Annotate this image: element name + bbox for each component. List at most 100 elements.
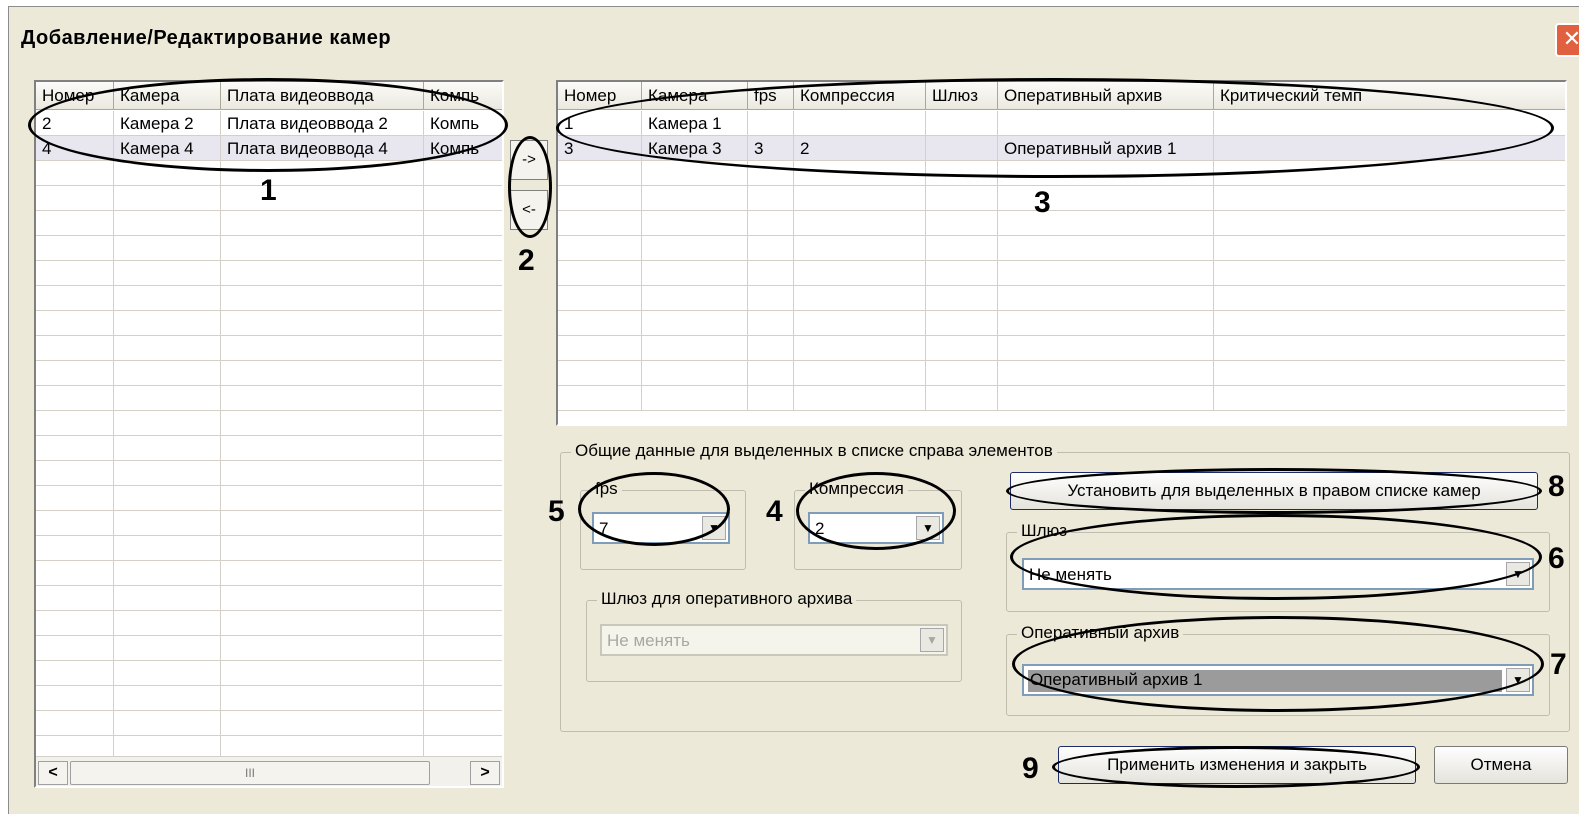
table-cell (794, 111, 926, 136)
empty-row (36, 611, 502, 636)
table-cell (36, 236, 114, 261)
table-row[interactable]: 3 Камера 3 3 2 Оперативный архив 1 (558, 136, 1565, 161)
column-header-fps[interactable]: fps (748, 82, 794, 110)
table-cell (114, 186, 221, 211)
dropdown-arrow-icon[interactable]: ▼ (702, 516, 726, 540)
column-header-compression[interactable]: Компрессия (794, 82, 926, 110)
table-row[interactable]: 2 Камера 2 Плата видеоввода 2 Компь (36, 111, 502, 136)
table-cell (1214, 386, 1565, 411)
table-cell (114, 211, 221, 236)
set-for-selected-button[interactable]: Установить для выделенных в правом списк… (1010, 472, 1538, 510)
column-header-computer[interactable]: Компь (424, 82, 502, 110)
window-title: Добавление/Редактирование камер (21, 27, 392, 49)
table-cell (748, 386, 794, 411)
table-cell (221, 586, 424, 611)
table-cell (794, 186, 926, 211)
table-cell: Камера 3 (642, 136, 748, 161)
table-cell (794, 236, 926, 261)
close-button[interactable]: ✕ (1555, 23, 1579, 57)
selected-cameras-list[interactable]: Номер Камера fps Компрессия Шлюз Операти… (556, 80, 1567, 426)
table-cell: Компь (424, 111, 502, 136)
table-cell (424, 386, 502, 411)
table-cell (926, 261, 998, 286)
gateway-label: Шлюз (1017, 521, 1072, 541)
fps-select[interactable]: 7 ▼ (592, 512, 730, 544)
table-cell (36, 486, 114, 511)
table-cell (642, 361, 748, 386)
table-cell (926, 336, 998, 361)
table-cell (926, 286, 998, 311)
table-cell (36, 311, 114, 336)
table-cell (221, 636, 424, 661)
callout-number-6: 6 (1548, 542, 1565, 575)
callout-number-4: 4 (766, 495, 783, 528)
dropdown-arrow-icon[interactable]: ▼ (1506, 562, 1530, 586)
table-cell (998, 286, 1214, 311)
table-cell: Компь (424, 136, 502, 161)
table-cell: Плата видеоввода 4 (221, 136, 424, 161)
column-header-capture-board[interactable]: Плата видеоввода (221, 82, 424, 110)
table-cell (221, 161, 424, 186)
table-cell (221, 511, 424, 536)
table-cell (642, 161, 748, 186)
compression-value: 2 (815, 519, 825, 538)
callout-number-5: 5 (548, 495, 565, 528)
cancel-button[interactable]: Отмена (1434, 746, 1568, 784)
table-cell (221, 236, 424, 261)
empty-row (558, 311, 1565, 336)
table-cell (36, 661, 114, 686)
column-header-number[interactable]: Номер (558, 82, 642, 110)
column-header-gateway[interactable]: Шлюз (926, 82, 998, 110)
table-row[interactable]: 1 Камера 1 (558, 111, 1565, 136)
dropdown-arrow-icon[interactable]: ▼ (1506, 668, 1530, 692)
dropdown-arrow-icon[interactable]: ▼ (916, 516, 940, 540)
column-header-number[interactable]: Номер (36, 82, 114, 110)
column-header-oper-archive[interactable]: Оперативный архив (998, 82, 1214, 110)
table-cell (114, 411, 221, 436)
table-cell (424, 436, 502, 461)
table-cell (221, 286, 424, 311)
table-cell (1214, 286, 1565, 311)
gateway-select[interactable]: Не менять ▼ (1022, 558, 1534, 590)
column-header-camera[interactable]: Камера (642, 82, 748, 110)
table-cell (114, 561, 221, 586)
title-bar[interactable]: Добавление/Редактирование камер ✕ (9, 7, 1579, 67)
table-cell (558, 336, 642, 361)
scroll-thumb[interactable]: III (70, 761, 430, 785)
table-cell (1214, 311, 1565, 336)
remove-camera-button[interactable]: <- (510, 190, 548, 230)
apply-and-close-button[interactable]: Применить изменения и закрыть (1058, 746, 1416, 784)
table-cell (424, 361, 502, 386)
empty-row (36, 286, 502, 311)
table-cell (36, 186, 114, 211)
empty-row (36, 386, 502, 411)
compression-select[interactable]: 2 ▼ (808, 512, 944, 544)
table-cell (114, 711, 221, 736)
empty-row (36, 411, 502, 436)
empty-row (558, 261, 1565, 286)
table-cell (36, 286, 114, 311)
table-cell (926, 211, 998, 236)
column-header-critical-rate[interactable]: Критический темп (1214, 82, 1565, 110)
table-cell (558, 161, 642, 186)
table-cell: 3 (558, 136, 642, 161)
table-cell (221, 261, 424, 286)
table-cell (424, 561, 502, 586)
empty-row (36, 211, 502, 236)
scroll-right-button[interactable]: > (470, 761, 500, 785)
table-cell (114, 261, 221, 286)
scroll-left-button[interactable]: < (38, 761, 68, 785)
horizontal-scrollbar[interactable]: < III > (36, 756, 502, 786)
oper-archive-select[interactable]: Оперативный архив 1 ▼ (1022, 664, 1534, 696)
table-cell (926, 236, 998, 261)
table-row[interactable]: 4 Камера 4 Плата видеоввода 4 Компь (36, 136, 502, 161)
table-cell (114, 161, 221, 186)
table-cell (998, 111, 1214, 136)
table-cell (642, 336, 748, 361)
column-header-camera[interactable]: Камера (114, 82, 221, 110)
empty-row (558, 161, 1565, 186)
add-camera-button[interactable]: -> (510, 140, 548, 180)
empty-row (36, 636, 502, 661)
table-cell (424, 286, 502, 311)
table-cell (36, 386, 114, 411)
